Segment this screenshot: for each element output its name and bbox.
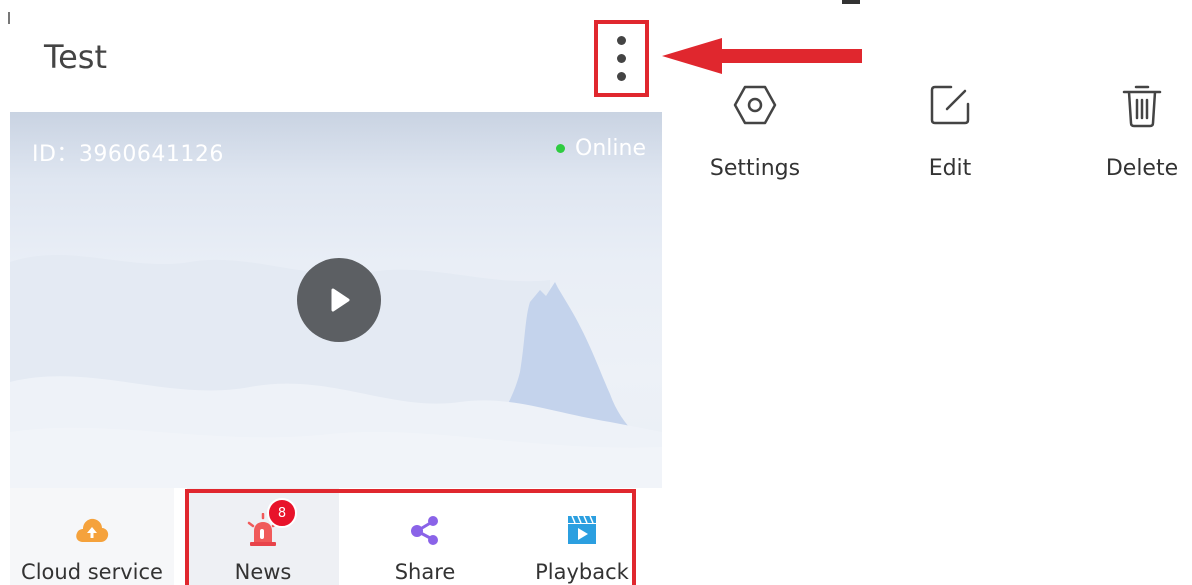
menu-item-edit[interactable]: Edit <box>912 80 988 181</box>
cloud-upload-icon <box>76 518 109 542</box>
playback-icon <box>568 515 596 544</box>
page-title: Test <box>44 38 108 76</box>
nav-item-news[interactable]: 8 News <box>187 488 339 585</box>
play-button[interactable] <box>297 258 381 342</box>
nav-item-share[interactable]: Share <box>350 488 500 585</box>
top-edge-mark <box>842 0 860 4</box>
share-icon <box>411 516 438 545</box>
red-arrow-left-icon <box>662 38 862 74</box>
nav-label: News <box>234 560 292 584</box>
play-icon <box>331 288 350 312</box>
menu-label: Delete <box>1105 156 1179 181</box>
bottom-nav: Cloud service 8 News Share Playback <box>10 488 662 585</box>
news-badge: 8 <box>267 498 297 528</box>
menu-item-delete[interactable]: Delete <box>1100 80 1184 181</box>
status-text: Online <box>575 136 646 161</box>
nav-label: Share <box>394 560 456 584</box>
video-preview[interactable]: ID：3960641126 Online <box>10 112 662 488</box>
menu-label: Settings <box>709 156 801 181</box>
online-status: Online <box>556 136 646 161</box>
more-dot-icon <box>617 36 626 45</box>
nav-item-playback[interactable]: Playback <box>504 488 660 585</box>
nav-label: Playback <box>535 560 629 584</box>
status-dot-icon <box>556 144 566 153</box>
menu-item-settings[interactable]: Settings <box>706 80 804 181</box>
hexagon-settings-icon <box>733 85 777 125</box>
nav-label: Cloud service <box>21 560 163 584</box>
more-dot-icon <box>617 72 626 81</box>
more-dot-icon <box>617 54 626 63</box>
nav-item-cloud-service[interactable]: Cloud service <box>10 488 174 585</box>
device-header: Test <box>10 0 662 112</box>
device-id-label: ID：3960641126 <box>32 142 224 167</box>
edit-icon <box>930 85 970 125</box>
menu-label: Edit <box>928 156 972 181</box>
trash-icon <box>1122 85 1162 128</box>
more-options-button[interactable] <box>594 20 649 97</box>
